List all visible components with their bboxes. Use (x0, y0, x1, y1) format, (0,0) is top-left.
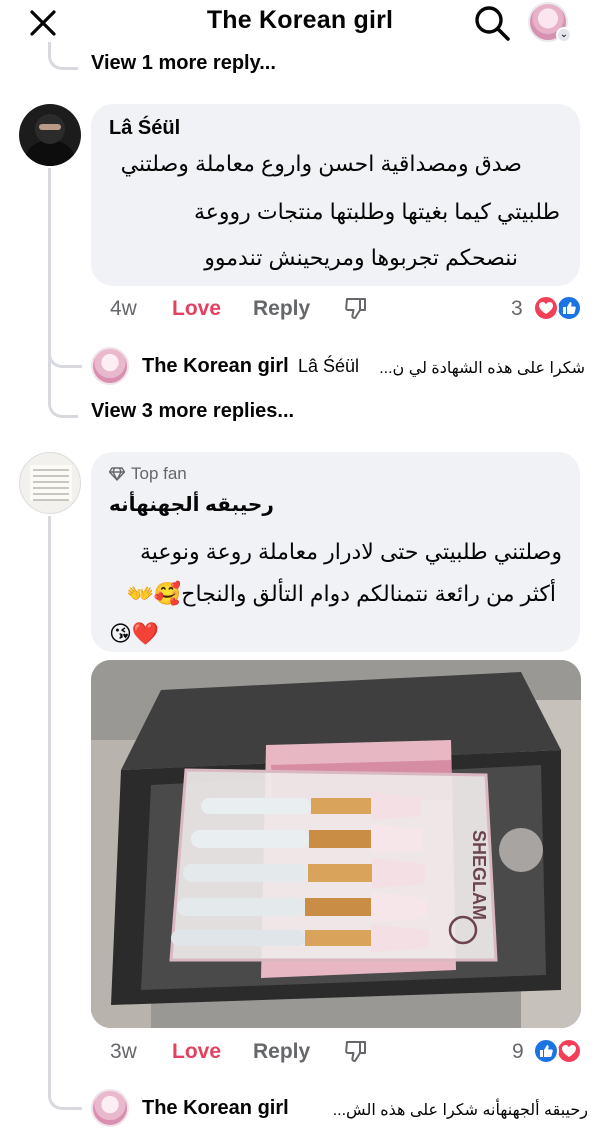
dislike-icon[interactable] (343, 1038, 369, 1064)
chevron-down-icon: ⌄ (556, 27, 572, 43)
avatar[interactable] (19, 452, 81, 514)
comment-text-line: صدق ومصداقية احسن واروع معاملة وصلتني (120, 151, 522, 176)
avatar[interactable] (91, 1089, 129, 1127)
avatar[interactable] (19, 104, 81, 166)
thread-connector (48, 1082, 82, 1110)
reaction-count[interactable]: 9 (512, 1040, 524, 1064)
reply-author[interactable]: The Korean girl (142, 1097, 289, 1120)
comment-timestamp[interactable]: 4w (110, 297, 137, 321)
comment-text-line: 😘❤️ (109, 621, 160, 646)
view-more-replies-link[interactable]: View 3 more replies... (91, 400, 294, 423)
photo-brand-text: SHEGLAM (469, 830, 489, 920)
comment-author[interactable]: رحيبقه ألجهنهأنه (109, 492, 274, 517)
view-more-replies-link[interactable]: View 1 more reply... (91, 52, 276, 75)
top-fan-label: Top fan (131, 464, 187, 483)
thread-connector (48, 340, 82, 368)
comment-timestamp[interactable]: 3w (110, 1040, 137, 1064)
reply-mention[interactable]: Lâ Śéül (298, 356, 359, 377)
comment-text-line: ننصحكم تجربوها ومريحينش تندموو (204, 245, 518, 270)
avatar[interactable] (91, 347, 129, 385)
comment-text-line: وصلتني طلبيتي حتى لادرار معاملة روعة ونو… (139, 539, 562, 564)
top-fan-badge: Top fan (109, 464, 187, 484)
comment-author[interactable]: Lâ Śéül (109, 117, 180, 140)
love-button[interactable]: Love (172, 1040, 221, 1064)
search-icon[interactable] (472, 4, 512, 42)
reply-snippet[interactable]: شكرا على هذه الشهادة لي ن... (370, 358, 585, 378)
diamond-icon (109, 467, 125, 481)
top-bar: The Korean girl ⌄ (0, 0, 600, 46)
like-reaction-icon (533, 1038, 559, 1064)
dislike-icon[interactable] (343, 295, 369, 321)
comment-photo[interactable]: SHEGLAM (91, 660, 581, 1028)
comment-text-line: طلبيتي كيما بغيتها وطلبتها منتجات رووعة (193, 199, 560, 224)
thread-connector (48, 42, 78, 70)
reply-button[interactable]: Reply (253, 297, 310, 321)
love-reaction-icon (533, 295, 559, 321)
profile-avatar[interactable]: ⌄ (528, 2, 572, 43)
like-reaction-icon (556, 295, 582, 321)
comment-bubble: Top fan رحيبقه ألجهنهأنه وصلتني طلبيتي ح… (91, 452, 580, 652)
photo-illustration: SHEGLAM (91, 660, 581, 1028)
comment-text-line: أكثر من رائعة نتمنالكم دوام التألق والنج… (126, 581, 556, 606)
comment-bubble: Lâ Śéül صدق ومصداقية احسن واروع معاملة و… (91, 104, 580, 286)
reply-snippet[interactable]: رحيبقه ألجهنهأنه شكرا على هذه الش... (292, 1100, 588, 1120)
love-reaction-icon (556, 1038, 582, 1064)
thread-line (48, 516, 51, 1088)
reaction-count[interactable]: 3 (511, 297, 523, 321)
reply-button[interactable]: Reply (253, 1040, 310, 1064)
love-button[interactable]: Love (172, 297, 221, 321)
thread-connector (48, 392, 78, 418)
reply-author[interactable]: The Korean girl (142, 355, 289, 378)
